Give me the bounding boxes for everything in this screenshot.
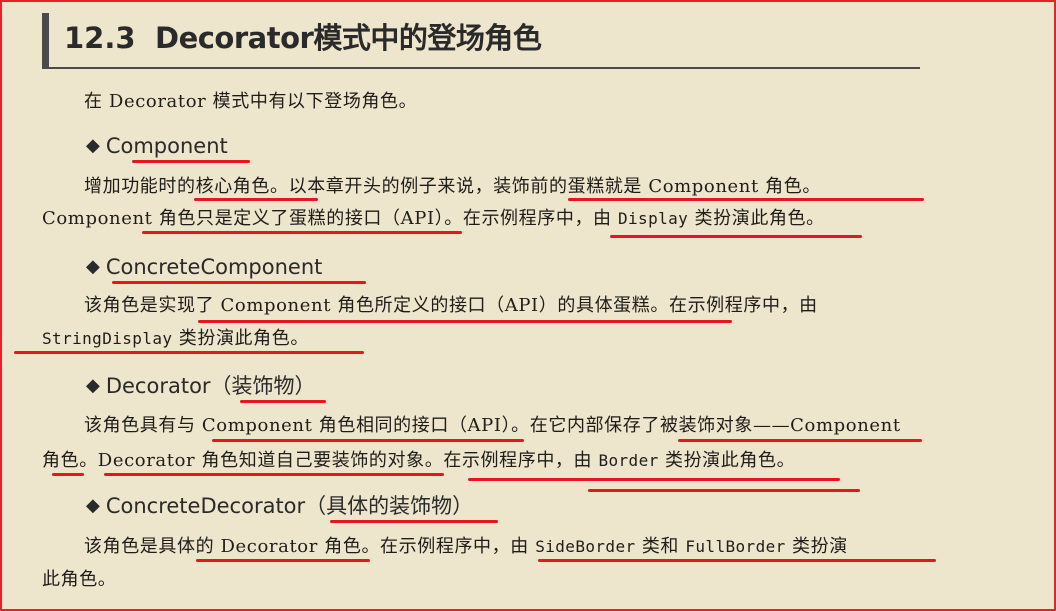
section-title: Decorator模式中的登场角色 xyxy=(155,21,542,55)
code-class-name: SideBorder xyxy=(535,537,636,556)
diamond-bullet-icon: ◆ xyxy=(86,135,100,156)
annotation-underline xyxy=(212,439,524,442)
annotation-underline xyxy=(14,351,364,354)
intro-text: 在 Decorator 模式中有以下登场角色。 xyxy=(84,91,418,112)
annotation-underline xyxy=(468,478,840,481)
code-class-name: StringDisplay xyxy=(42,329,173,348)
role-heading-label: ConcreteDecorator（具体的装饰物） xyxy=(105,494,474,518)
text-run: 类扮演此角色。 xyxy=(658,450,796,471)
section-number: 12.3 xyxy=(64,21,136,55)
annotation-underline xyxy=(52,473,84,476)
annotation-underline xyxy=(194,198,318,201)
diamond-bullet-icon: ◆ xyxy=(86,495,100,516)
role-heading-concrete-decorator: ◆ ConcreteDecorator（具体的装饰物） xyxy=(86,492,473,522)
text-run: 类扮演此角色。 xyxy=(172,328,309,349)
text-run: 角色。Decorator 角色知道自己要装饰的对象。在示例程序中，由 xyxy=(42,450,599,471)
role-text-line: 角色。Decorator 角色知道自己要装饰的对象。在示例程序中，由 Borde… xyxy=(42,448,795,474)
diamond-bullet-icon: ◆ xyxy=(86,375,100,396)
role-text-line: 增加功能时的核心角色。以本章开头的例子来说，装饰前的蛋糕就是 Component… xyxy=(84,174,821,200)
book-page: 12.3 Decorator模式中的登场角色 在 Decorator 模式中有以… xyxy=(0,0,1056,611)
text-run: Component 角色只是定义了蛋糕的接口（API）。在示例程序中，由 xyxy=(42,208,618,229)
annotation-underline xyxy=(196,559,370,562)
annotation-underline xyxy=(142,231,462,234)
diamond-bullet-icon: ◆ xyxy=(86,256,100,277)
text-run: 该角色是实现了 Component 角色所定义的接口（API）的具体蛋糕。在示例… xyxy=(84,295,818,316)
annotation-underline xyxy=(240,400,326,403)
role-text-line: StringDisplay 类扮演此角色。 xyxy=(42,326,309,352)
annotation-underline xyxy=(678,439,922,442)
text-run: 该角色具有与 Component 角色相同的接口（API）。在它内部保存了被装饰… xyxy=(84,415,901,436)
annotation-underline xyxy=(538,559,936,562)
role-heading-label: ConcreteComponent xyxy=(105,255,323,279)
code-class-name: Display xyxy=(617,209,689,228)
annotation-underline xyxy=(132,160,250,163)
text-run: 类扮演此角色。 xyxy=(688,208,825,229)
text-run: 类扮演 xyxy=(785,536,848,557)
text-run: 类和 xyxy=(635,536,686,557)
role-heading-label: Component xyxy=(105,134,228,158)
role-heading-label: Decorator（装饰物） xyxy=(105,374,316,398)
role-heading-concrete-component: ◆ ConcreteComponent xyxy=(86,253,322,283)
code-class-name: Border xyxy=(598,451,659,470)
annotation-underline xyxy=(104,473,444,476)
role-text-line: 该角色具有与 Component 角色相同的接口（API）。在它内部保存了被装饰… xyxy=(84,413,901,439)
role-heading-component: ◆ Component xyxy=(86,132,228,162)
annotation-underline xyxy=(330,520,498,523)
role-text-line: Component 角色只是定义了蛋糕的接口（API）。在示例程序中，由 Dis… xyxy=(42,206,825,232)
text-run: 该角色是具体的 Decorator 角色。在示例程序中，由 xyxy=(84,536,536,557)
annotation-underline xyxy=(568,198,924,201)
code-class-name: FullBorder xyxy=(685,537,786,556)
section-heading-bar xyxy=(42,13,49,67)
role-heading-decorator: ◆ Decorator（装饰物） xyxy=(86,372,316,402)
text-run: 增加功能时的核心角色。以本章开头的例子来说，装饰前的蛋糕就是 Component… xyxy=(84,176,821,197)
annotation-underline xyxy=(588,489,860,492)
annotation-underline xyxy=(198,320,732,323)
section-heading-rule xyxy=(42,67,920,69)
text-run: 此角色。 xyxy=(42,569,117,590)
role-text-line: 该角色是具体的 Decorator 角色。在示例程序中，由 SideBorder… xyxy=(84,534,848,560)
annotation-underline xyxy=(610,235,862,238)
role-text-line: 该角色是实现了 Component 角色所定义的接口（API）的具体蛋糕。在示例… xyxy=(84,293,818,319)
annotation-underline xyxy=(112,281,366,284)
role-text-line: 此角色。 xyxy=(42,567,116,593)
